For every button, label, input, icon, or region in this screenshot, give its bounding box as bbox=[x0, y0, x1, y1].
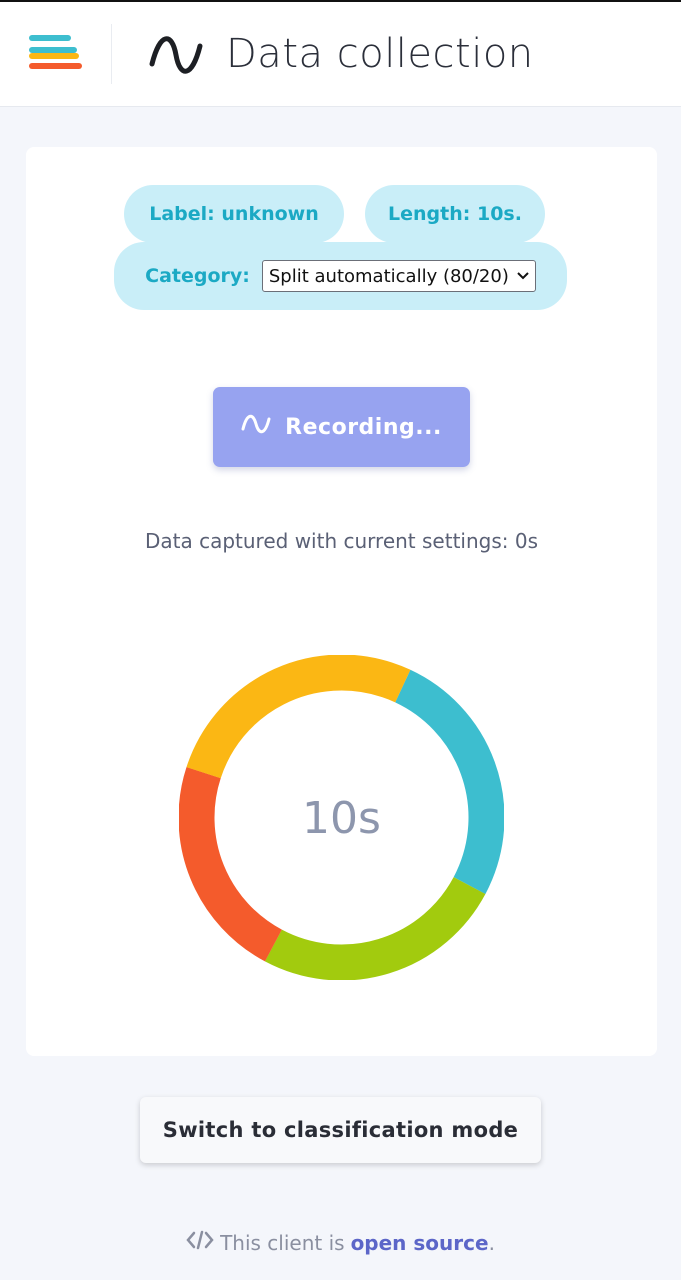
countdown-ring: 10s bbox=[179, 655, 504, 980]
page-title: Data collection bbox=[226, 31, 534, 77]
captured-status: Data captured with current settings: 0s bbox=[144, 529, 538, 553]
category-select[interactable]: Split automatically (80/20) bbox=[261, 260, 536, 292]
open-source-link[interactable]: open source bbox=[351, 1231, 489, 1255]
footer-suffix: . bbox=[488, 1230, 495, 1255]
length-pill[interactable]: Length: 10s. bbox=[365, 185, 545, 243]
footer-prefix: This client is bbox=[220, 1230, 345, 1255]
sine-wave-icon bbox=[148, 34, 204, 76]
switch-mode-button[interactable]: Switch to classification mode bbox=[140, 1097, 541, 1163]
menu-stack-icon[interactable] bbox=[26, 32, 84, 76]
category-label: Category: bbox=[145, 265, 250, 287]
switch-mode-label: Switch to classification mode bbox=[162, 1118, 519, 1142]
length-text: Length: 10s. bbox=[388, 203, 522, 225]
app-header: Data collection bbox=[0, 2, 681, 107]
label-text: Label: unknown bbox=[149, 203, 319, 225]
recording-button[interactable]: Recording... bbox=[213, 387, 470, 467]
recording-card: Label: unknown Length: 10s. Category: Sp… bbox=[26, 147, 657, 1056]
recording-button-label: Recording... bbox=[285, 414, 442, 440]
header-divider bbox=[111, 24, 112, 84]
code-icon bbox=[186, 1230, 214, 1255]
category-selected-value: Split automatically (80/20) bbox=[268, 265, 509, 287]
chevron-down-icon bbox=[517, 269, 529, 284]
footer: This client is open source. bbox=[0, 1230, 681, 1255]
sine-wave-icon bbox=[241, 413, 271, 441]
countdown-text: 10s bbox=[302, 793, 381, 844]
label-pill[interactable]: Label: unknown bbox=[124, 185, 344, 243]
category-pill: Category: Split automatically (80/20) bbox=[114, 242, 567, 310]
